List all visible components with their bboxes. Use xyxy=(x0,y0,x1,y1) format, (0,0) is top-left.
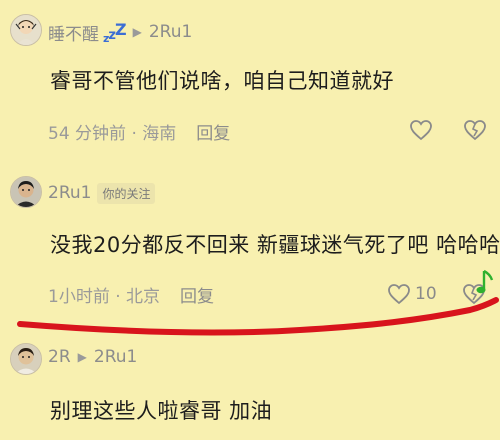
like-count: 10 xyxy=(415,284,437,304)
time-location: 54 分钟前 · 海南 xyxy=(48,123,177,144)
avatar-image xyxy=(11,15,41,45)
username[interactable]: 2Ru1 xyxy=(48,183,91,203)
reply-to-user[interactable]: 2Ru1 xyxy=(149,22,192,42)
reply-to-user[interactable]: 2Ru1 xyxy=(94,347,137,367)
comment-meta: 2Ru1 你的关注 xyxy=(48,181,156,205)
avatar-image xyxy=(11,177,41,207)
comment-text: 别理这些人啦睿哥 加油 xyxy=(50,399,273,423)
zzz-char: Z xyxy=(114,19,127,39)
dislike-button[interactable] xyxy=(463,119,487,141)
zzz-char: z xyxy=(108,27,116,43)
play-arrow-icon: ▶ xyxy=(132,25,142,39)
comment-meta: 睡不醒 zzZ ▶ 2Ru1 xyxy=(48,19,192,45)
comment-text: 没我20分都反不回来 新疆球迷气死了吧 哈哈哈 xyxy=(50,233,500,257)
like-button[interactable]: 10 xyxy=(387,283,437,305)
reply-button[interactable]: 回复 xyxy=(196,119,230,144)
username[interactable]: 2R xyxy=(48,347,71,367)
avatar[interactable] xyxy=(10,176,42,208)
username[interactable]: 睡不醒 xyxy=(48,20,99,45)
play-arrow-icon: ▶ xyxy=(77,350,87,364)
avatar-image xyxy=(11,344,41,374)
music-note-icon[interactable] xyxy=(474,268,498,298)
follow-tag: 你的关注 xyxy=(97,182,156,204)
avatar[interactable] xyxy=(10,343,42,375)
broken-heart-icon xyxy=(463,119,487,141)
reply-button[interactable]: 回复 xyxy=(180,282,214,307)
like-button[interactable] xyxy=(409,119,433,141)
time-location: 1小时前 · 北京 xyxy=(48,286,161,307)
comment-info: 54 分钟前 · 海南 回复 xyxy=(48,118,230,144)
comment-text: 睿哥不管他们说啥，咱自己知道就好 xyxy=(50,69,394,93)
comment-meta: 2R ▶ 2Ru1 xyxy=(48,345,137,369)
sleep-zzz-icon: zzZ xyxy=(103,19,127,45)
heart-icon xyxy=(387,283,411,305)
heart-icon xyxy=(409,119,433,141)
avatar[interactable] xyxy=(10,14,42,46)
comment-info: 1小时前 · 北京 回复 xyxy=(48,281,214,307)
